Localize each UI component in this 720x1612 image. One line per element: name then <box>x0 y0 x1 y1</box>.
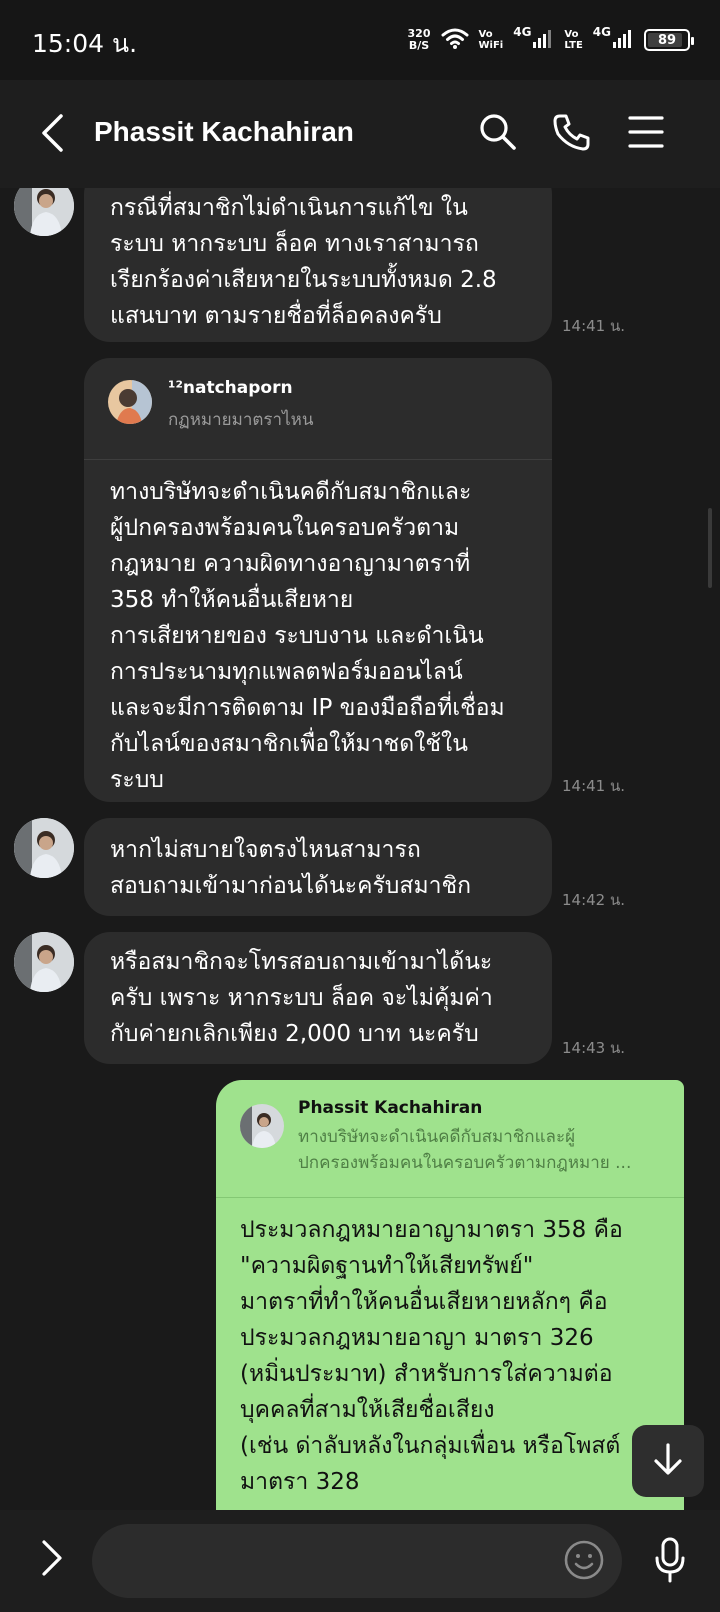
status-time: 15:04 น. <box>32 29 138 58</box>
avatar[interactable] <box>14 188 74 236</box>
message-text: หรือสมาชิกจะโทรสอบถามเข้ามาได้นะ ครับ เพ… <box>110 949 493 1047</box>
message-bubble[interactable]: ¹²natchaporn กฏหมายมาตราไหน ทางบริษัทจะด… <box>84 358 552 802</box>
reply-avatar <box>108 380 152 424</box>
expand-button[interactable] <box>30 1532 74 1588</box>
status-bar: 15:04 น. 320 B/S Vo WiFi 4G Vo LTE 4G 89 <box>0 0 720 80</box>
signal-1: 4G <box>513 25 554 53</box>
volte-indicator: Vo LTE <box>564 29 582 51</box>
message-text: ประมวลกฎหมายอาญามาตรา 358 คือ "ความผิดฐา… <box>240 1217 623 1495</box>
message-bubble-outgoing[interactable]: Phassit Kachahiran ทางบริษัทจะดำเนินคดีก… <box>216 1080 684 1510</box>
vowifi-line2: WiFi <box>478 40 504 51</box>
reply-quote[interactable]: Phassit Kachahiran ทางบริษัทจะดำเนินคดีก… <box>216 1080 684 1198</box>
volte-line2: LTE <box>564 40 583 51</box>
avatar[interactable] <box>14 818 74 878</box>
message-list[interactable]: กรณีที่สมาชิกไม่ดำเนินการแก้ไข ใน ระบบ ห… <box>0 188 720 1510</box>
avatar[interactable] <box>14 932 74 992</box>
battery-icon: 89 <box>644 29 694 51</box>
message-text: ทางบริษัทจะดำเนินคดีกับสมาชิกและ ผู้ปกคร… <box>110 479 505 793</box>
vowifi-indicator: Vo WiFi <box>479 29 504 51</box>
back-button[interactable] <box>30 110 74 160</box>
search-icon <box>478 112 518 156</box>
chevron-right-icon <box>40 1539 64 1581</box>
status-icons: 320 B/S Vo WiFi 4G Vo LTE 4G 89 <box>408 22 694 58</box>
network-type-2: 4G <box>592 25 611 39</box>
message-input[interactable] <box>92 1524 622 1598</box>
message-bubble[interactable]: หากไม่สบายใจตรงไหนสามารถ สอบถามเข้ามาก่อ… <box>84 818 552 916</box>
scrollbar[interactable] <box>708 508 712 588</box>
emoji-button[interactable] <box>562 1540 606 1584</box>
reply-quote[interactable]: ¹²natchaporn กฏหมายมาตราไหน <box>84 358 552 460</box>
search-button[interactable] <box>474 110 522 158</box>
message-input-bar <box>0 1510 720 1612</box>
signal-bars-icon <box>612 27 634 53</box>
reply-avatar <box>240 1104 284 1148</box>
network-speed-unit: B/S <box>408 39 430 52</box>
phone-icon <box>552 112 592 156</box>
message-time: 14:41 น. <box>562 777 626 795</box>
reply-sender-name: ¹²natchaporn <box>168 378 293 398</box>
chat-header: Phassit Kachahiran <box>0 80 720 188</box>
network-speed: 320 B/S <box>408 28 431 52</box>
message-bubble[interactable]: กรณีที่สมาชิกไม่ดำเนินการแก้ไข ใน ระบบ ห… <box>84 188 552 342</box>
message-time: 14:41 น. <box>562 317 626 335</box>
message-text: หากไม่สบายใจตรงไหนสามารถ สอบถามเข้ามาก่อ… <box>110 837 472 899</box>
reply-sender-name: Phassit Kachahiran <box>298 1098 483 1118</box>
reply-snippet: ทางบริษัทจะดำเนินคดีกับสมาชิกและผู้ ปกคร… <box>298 1127 632 1173</box>
microphone-button[interactable] <box>648 1534 692 1590</box>
volte-line1: Vo <box>564 29 579 40</box>
vowifi-line1: Vo <box>478 29 493 40</box>
arrow-down-icon <box>650 1441 686 1481</box>
microphone-icon <box>653 1536 687 1588</box>
signal-bars-icon <box>532 27 554 53</box>
message-bubble[interactable]: หรือสมาชิกจะโทรสอบถามเข้ามาได้นะ ครับ เพ… <box>84 932 552 1064</box>
chat-title: Phassit Kachahiran <box>94 116 354 147</box>
reply-snippet: กฏหมายมาตราไหน <box>168 410 314 430</box>
wifi-icon <box>441 27 469 53</box>
battery-level: 89 <box>657 32 677 48</box>
menu-button[interactable] <box>622 110 670 158</box>
message-time: 14:42 น. <box>562 891 626 909</box>
emoji-icon <box>563 1539 605 1585</box>
call-button[interactable] <box>548 110 596 158</box>
menu-icon <box>628 115 664 153</box>
signal-2: 4G <box>592 25 634 53</box>
chevron-left-icon <box>39 113 65 157</box>
message-text: กรณีที่สมาชิกไม่ดำเนินการแก้ไข ใน ระบบ ห… <box>110 195 497 329</box>
scroll-to-bottom-button[interactable] <box>632 1425 704 1497</box>
network-type-1: 4G <box>513 25 532 39</box>
message-time: 14:43 น. <box>562 1039 626 1057</box>
